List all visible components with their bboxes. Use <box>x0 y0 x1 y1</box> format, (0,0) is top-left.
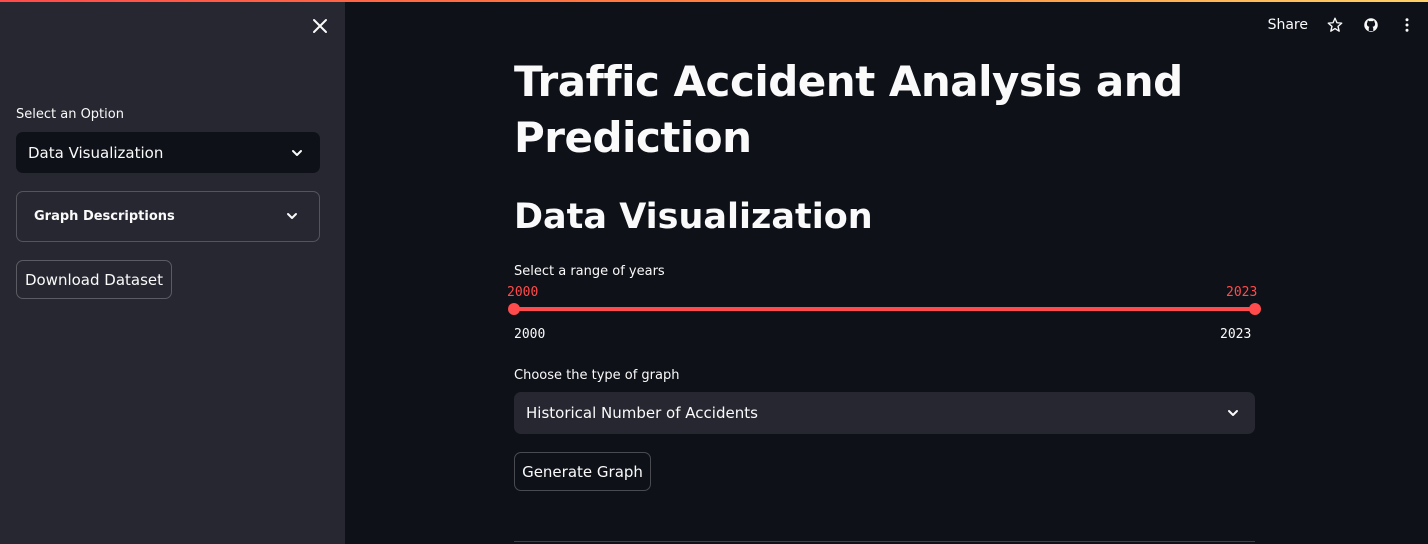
sidebar: Select an Option Data Visualization Grap… <box>0 0 345 544</box>
page-title: Traffic Accident Analysis and Prediction <box>514 57 1183 162</box>
graph-type-select[interactable]: Historical Number of Accidents <box>514 392 1255 434</box>
more-menu-icon[interactable] <box>1398 16 1416 34</box>
slider-selected-max: 2023 <box>1226 285 1258 300</box>
download-dataset-button[interactable]: Download Dataset <box>16 260 172 299</box>
chevron-down-icon <box>287 213 297 219</box>
chevron-down-icon <box>292 150 302 156</box>
expander-label: Graph Descriptions <box>34 209 175 224</box>
graph-descriptions-expander[interactable]: Graph Descriptions <box>16 191 320 242</box>
option-select-value: Data Visualization <box>28 144 164 162</box>
github-icon[interactable] <box>1362 16 1380 34</box>
section-title: Data Visualization <box>514 197 873 237</box>
year-range-label: Select a range of years <box>514 264 665 279</box>
divider <box>514 541 1255 542</box>
graph-type-select-value: Historical Number of Accidents <box>526 404 758 422</box>
chevron-down-icon <box>1228 410 1238 416</box>
select-option-label: Select an Option <box>16 107 124 122</box>
generate-graph-button[interactable]: Generate Graph <box>514 452 651 491</box>
share-button[interactable]: Share <box>1268 17 1308 33</box>
slider-max-handle[interactable] <box>1249 303 1261 315</box>
slider-range-max: 2023 <box>1220 327 1252 342</box>
header-actions: Share <box>1268 14 1416 36</box>
graph-type-label: Choose the type of graph <box>514 368 680 383</box>
option-select[interactable]: Data Visualization <box>16 132 320 173</box>
slider-range-min: 2000 <box>514 327 546 342</box>
top-accent-bar <box>0 0 1428 2</box>
year-range-slider-track[interactable] <box>514 307 1255 311</box>
close-icon[interactable] <box>309 15 331 37</box>
slider-selected-min: 2000 <box>507 285 539 300</box>
slider-min-handle[interactable] <box>508 303 520 315</box>
star-icon[interactable] <box>1326 16 1344 34</box>
